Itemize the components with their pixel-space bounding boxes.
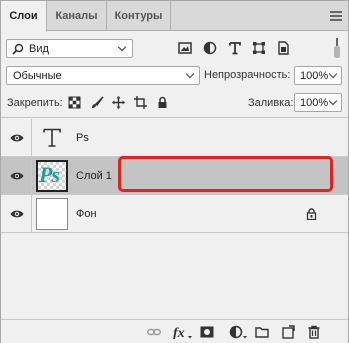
- eye-icon: [10, 134, 24, 142]
- highlight-frame: [118, 156, 333, 192]
- filter-toggle[interactable]: [333, 38, 341, 58]
- tab-channels[interactable]: Каналы: [47, 1, 107, 31]
- fill-input[interactable]: 100%: [294, 93, 342, 112]
- visibility-toggle[interactable]: [1, 119, 32, 157]
- chevron-down-icon: [117, 42, 127, 52]
- fill-value: 100%: [300, 97, 329, 109]
- tab-layers[interactable]: Слои: [1, 1, 47, 32]
- adjustment-icon[interactable]: [229, 325, 247, 339]
- chevron-down-icon: [185, 69, 195, 79]
- lock-position-icon[interactable]: [112, 96, 125, 109]
- chevron-down-icon: [328, 96, 338, 106]
- link-icon[interactable]: [147, 325, 161, 339]
- blend-mode-value: Обычные: [13, 70, 62, 82]
- layer-row-background[interactable]: Фон: [1, 195, 348, 233]
- lock-all-icon[interactable]: [156, 96, 169, 109]
- filter-adjustment-icon[interactable]: [203, 41, 217, 55]
- text-layer-type-icon: [43, 128, 61, 147]
- lock-label: Закрепить:: [7, 97, 63, 109]
- eye-icon: [10, 210, 24, 218]
- visibility-toggle[interactable]: [1, 195, 32, 233]
- layer-thumbnail: [36, 198, 68, 230]
- opacity-input[interactable]: 100%: [294, 66, 342, 85]
- lock-transparent-pixels-icon[interactable]: [68, 96, 81, 109]
- layer-name[interactable]: Слой 1: [76, 170, 112, 182]
- folder-icon[interactable]: [255, 325, 269, 339]
- filter-kind-value: Вид: [29, 43, 49, 55]
- filter-smart-object-icon[interactable]: [276, 41, 290, 55]
- panel-menu-icon[interactable]: [330, 11, 342, 21]
- search-icon: [12, 43, 24, 55]
- lock-artboard-icon[interactable]: [134, 96, 147, 109]
- layer-name[interactable]: Фон: [76, 208, 97, 220]
- eye-icon: [10, 172, 24, 180]
- layer-name[interactable]: Ps: [76, 132, 89, 144]
- fx-icon[interactable]: fx: [172, 325, 192, 339]
- visibility-toggle[interactable]: [1, 157, 32, 195]
- layer-row-ps-text[interactable]: Ps: [1, 119, 348, 157]
- filter-shape-icon[interactable]: [252, 41, 266, 55]
- filter-type-icon[interactable]: [228, 41, 242, 55]
- divider: [1, 117, 348, 118]
- tab-bar: Слои Каналы Контуры: [1, 1, 348, 32]
- layer-thumbnail: Ps: [36, 160, 68, 192]
- mask-icon[interactable]: [200, 325, 214, 339]
- opacity-value: 100%: [300, 70, 329, 82]
- new-layer-icon[interactable]: [281, 325, 295, 339]
- layers-panel: Слои Каналы Контуры Вид Обычные Непрозра…: [0, 0, 349, 343]
- svg-text:fx: fx: [173, 326, 185, 339]
- filter-kind-select[interactable]: Вид: [6, 39, 133, 58]
- bottom-toolbar: fx: [1, 319, 348, 343]
- blend-mode-select[interactable]: Обычные: [6, 66, 200, 85]
- lock-icon: [306, 208, 317, 220]
- fill-label: Заливка:: [248, 97, 294, 109]
- chevron-down-icon: [328, 69, 338, 79]
- tab-paths[interactable]: Контуры: [107, 1, 171, 31]
- layers-list: Ps Ps Слой 1 Фон: [1, 119, 348, 319]
- filter-pixel-icon[interactable]: [178, 41, 192, 55]
- lock-image-pixels-icon[interactable]: [91, 96, 104, 109]
- thumb-text: Ps: [39, 162, 60, 187]
- trash-icon[interactable]: [307, 325, 321, 339]
- opacity-label: Непрозрачность:: [204, 69, 291, 81]
